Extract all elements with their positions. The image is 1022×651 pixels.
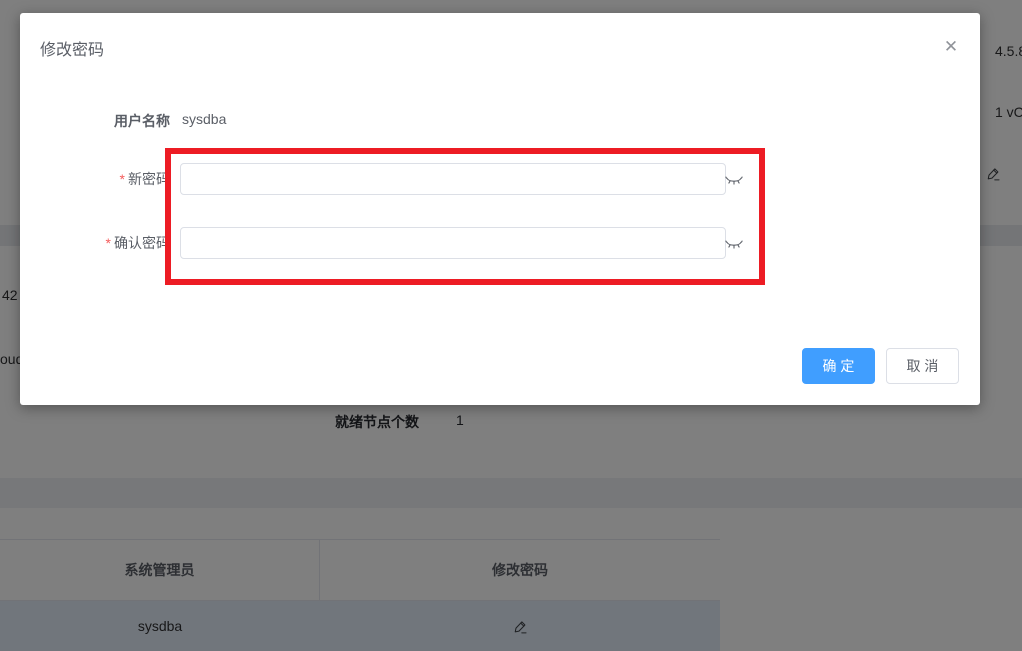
required-mark: *	[106, 235, 111, 251]
change-password-dialog: 修改密码 ✕ 用户名称 sysdba *新密码 *确认密码	[20, 13, 980, 405]
confirm-password-input[interactable]	[180, 227, 726, 259]
new-password-label: *新密码	[20, 163, 170, 195]
screen: 4.5.8 1 vCPU 42 oud 就绪节点个数 1 系统管理员 修改密码 …	[0, 0, 1022, 651]
confirm-button[interactable]: 确 定	[802, 348, 875, 384]
username-value: sysdba	[182, 111, 226, 127]
eye-closed-icon[interactable]	[725, 235, 743, 253]
username-label: 用户名称	[20, 111, 170, 131]
confirm-password-label-text: 确认密码	[114, 235, 170, 251]
required-mark: *	[120, 171, 125, 187]
close-icon[interactable]: ✕	[939, 34, 963, 58]
new-password-input[interactable]	[180, 163, 726, 195]
dialog-title: 修改密码	[40, 36, 104, 60]
confirm-password-label: *确认密码	[20, 227, 170, 259]
eye-closed-icon[interactable]	[725, 171, 743, 189]
new-password-label-text: 新密码	[128, 171, 170, 187]
cancel-button[interactable]: 取 消	[886, 348, 959, 384]
